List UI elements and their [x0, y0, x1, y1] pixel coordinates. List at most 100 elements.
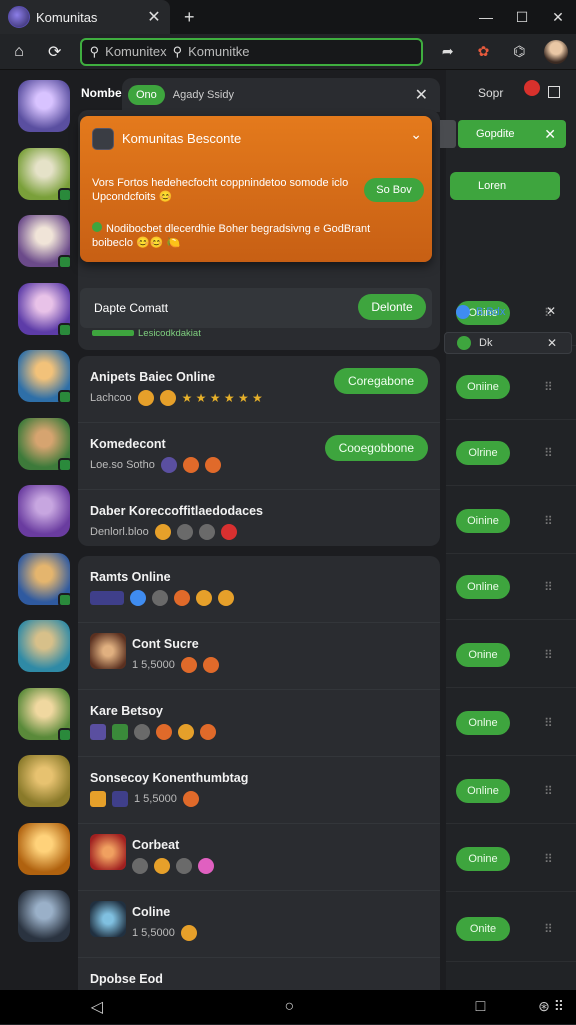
avatar[interactable]	[18, 215, 72, 269]
avatar[interactable]	[18, 552, 72, 607]
status-dot	[58, 592, 72, 607]
emoji-icon	[220, 524, 237, 540]
avatar[interactable]	[18, 147, 72, 202]
home-button-icon[interactable]: ○	[284, 998, 294, 1016]
drag-handle-icon[interactable]: ⠿	[544, 784, 553, 798]
load-button[interactable]: Loren	[450, 172, 560, 200]
profile-avatar[interactable]	[544, 39, 569, 64]
list-item[interactable]: Daber Koreccoffitlaedodaces Denlorl.bloo	[78, 490, 440, 557]
home-icon[interactable]: ⌂	[8, 43, 30, 61]
list-item[interactable]: Kare Betsoy	[78, 690, 440, 757]
row-action-button[interactable]: Coregabone	[333, 368, 428, 394]
drag-handle-icon[interactable]: ⠿	[544, 580, 553, 594]
avatar[interactable]	[18, 890, 70, 942]
emoji-icon	[130, 590, 146, 606]
accessibility-icon[interactable]: ⊛ ⠿	[538, 998, 564, 1015]
row-title: Dpobse Eod	[90, 972, 163, 986]
list-item[interactable]: Corbeat	[78, 824, 440, 891]
list-item[interactable]: Coline 1 5,5000	[78, 891, 440, 958]
tag-icon	[90, 591, 124, 605]
drag-handle-icon[interactable]: ⠿	[544, 380, 553, 394]
update-label: Gopdite	[476, 128, 515, 140]
row-sub	[132, 858, 214, 874]
recents-icon[interactable]: □	[476, 998, 486, 1016]
list-item[interactable]: Komedecont Loe.so Sotho Cooegobbone	[78, 423, 440, 490]
note-text: Nodibocbet dlecerdhie Boher begradsivng …	[92, 223, 371, 249]
minimize-button[interactable]: —	[468, 9, 504, 26]
list-item[interactable]: Ramts Online	[78, 556, 440, 623]
list-item[interactable]: Cont Sucre 1 5,5000	[78, 623, 440, 690]
address-bar[interactable]: ⚲ Komunitex ⚲ Komunitke	[79, 37, 423, 66]
avatar[interactable]	[18, 687, 72, 742]
row-title: Kare Betsoy	[90, 704, 163, 718]
avatar[interactable]	[18, 282, 72, 337]
notification-badge-icon[interactable]	[524, 80, 540, 96]
chip-blue-close-icon[interactable]: ✕	[546, 304, 556, 318]
tab-komunitas[interactable]: Komunitas ✕	[0, 0, 170, 34]
site-favicon-icon	[8, 6, 30, 28]
drag-handle-icon[interactable]: ⠿	[544, 716, 553, 730]
chevron-down-icon[interactable]: ⌄	[410, 126, 422, 143]
emoji-icon	[176, 858, 192, 874]
online-button[interactable]: Oniine	[456, 374, 510, 399]
emoji-icon	[182, 457, 199, 473]
drag-handle-icon[interactable]: ⠿	[544, 446, 553, 460]
progress-bar	[92, 330, 134, 336]
drag-handle-icon[interactable]: ⠿	[544, 648, 553, 662]
emoji-icon	[198, 524, 215, 540]
emoji-icon	[160, 457, 177, 473]
emoji-icon	[176, 524, 193, 540]
row-action-button[interactable]: Cooegobbone	[324, 435, 428, 461]
emoji-icon	[90, 724, 106, 740]
update-button[interactable]: Gopdite ✕	[458, 120, 566, 148]
online-button[interactable]: Onlne	[456, 710, 510, 735]
drag-handle-icon[interactable]: ⠿	[544, 514, 553, 528]
window-controls: — ☐ ✕	[468, 9, 576, 26]
back-icon[interactable]: ◁	[91, 997, 103, 1017]
extension-icon[interactable]: ✿	[473, 41, 495, 63]
emoji-icon	[196, 590, 212, 606]
avatar[interactable]	[18, 755, 70, 807]
compose-button[interactable]: Delonte	[358, 294, 426, 320]
emoji-icon	[90, 791, 106, 807]
chip-green-close-icon[interactable]: ✕	[547, 336, 557, 350]
avatar[interactable]	[18, 80, 70, 132]
list-item[interactable]: Anipets Baiec Online Lachcoo ★ ★ ★ ★ ★ ★ …	[78, 356, 440, 423]
avatar[interactable]	[18, 350, 72, 404]
avatar[interactable]	[18, 485, 70, 537]
new-tab-button[interactable]: +	[184, 7, 195, 28]
avatar[interactable]	[18, 417, 72, 472]
game-icon[interactable]: ⌬	[508, 41, 530, 63]
tab-close-icon[interactable]: ✕	[146, 7, 162, 27]
maximize-button[interactable]: ☐	[504, 9, 540, 26]
online-button[interactable]: Onine	[456, 846, 510, 871]
avatar[interactable]	[18, 620, 70, 672]
online-button[interactable]: Oinine	[456, 508, 510, 533]
search-icon: ⚲	[89, 43, 100, 59]
avatar[interactable]	[18, 822, 70, 875]
emoji-icon	[156, 724, 172, 740]
emoji-icon	[154, 524, 171, 540]
online-button[interactable]: Olrine	[456, 440, 510, 465]
reload-icon[interactable]: ⟳	[44, 42, 66, 62]
chip-blue[interactable]: B.Bdx	[456, 304, 516, 320]
notification-close-icon[interactable]: ✕	[415, 85, 434, 105]
drag-handle-icon[interactable]: ⠿	[544, 922, 553, 936]
list-item[interactable]: Sonsecoy Konenthumbtag 1 5,5000	[78, 757, 440, 824]
square-icon[interactable]	[548, 86, 560, 98]
notification-header: Ono Agady Ssidy ✕	[122, 78, 440, 112]
card-action-button[interactable]: So Bov	[364, 178, 424, 202]
close-icon[interactable]: ✕	[544, 126, 556, 143]
share-icon[interactable]: ➦	[437, 41, 459, 63]
window-close-button[interactable]: ✕	[540, 9, 576, 26]
system-nav-bar: ◁ ○ □	[0, 990, 576, 1024]
online-button[interactable]: Onite	[456, 916, 510, 941]
online-button[interactable]: Online	[456, 778, 510, 803]
online-button[interactable]: Onine	[456, 642, 510, 667]
notification-pill[interactable]: Ono	[128, 85, 165, 105]
online-button[interactable]: Online	[456, 574, 510, 599]
row-sub-text: 1 5,5000	[134, 793, 177, 805]
row-title: Coline	[132, 905, 171, 919]
drag-handle-icon[interactable]: ⠿	[544, 852, 553, 866]
chip-green[interactable]: Dk ✕	[444, 332, 572, 354]
